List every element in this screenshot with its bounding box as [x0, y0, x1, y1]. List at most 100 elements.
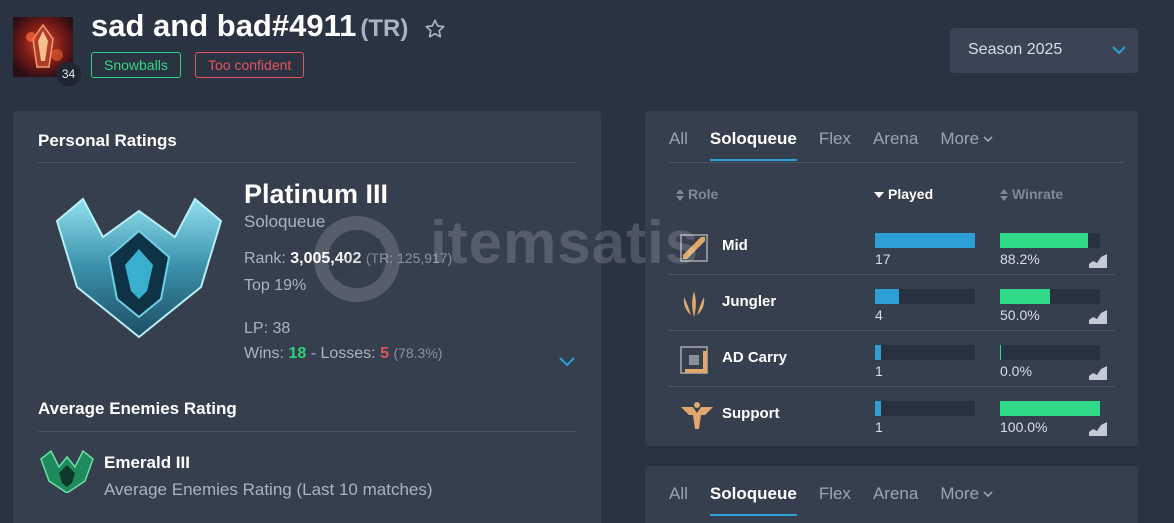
- summoner-name: sad and bad#4911 (TR): [91, 8, 408, 44]
- role-row-mid: Mid 17 88.2%: [667, 219, 1115, 275]
- winrate-bar: [1000, 401, 1100, 416]
- queue-label: Soloqueue: [244, 212, 326, 231]
- rank-region: (TR: 125,917): [365, 250, 453, 266]
- win-ratio: (78.3%): [393, 345, 443, 361]
- played-bar-fill: [875, 401, 881, 416]
- average-enemies-description: Average Enemies Rating (Last 10 matches): [104, 480, 433, 499]
- winrate-bar-fill: [1000, 289, 1050, 304]
- column-header-winrate-label: Winrate: [1012, 186, 1064, 202]
- divider: [38, 162, 576, 163]
- tab-more[interactable]: More: [940, 129, 993, 161]
- played-bar: [875, 233, 975, 248]
- winrate-bar: [1000, 289, 1100, 304]
- role-row-support: Support 1 100.0%: [667, 387, 1115, 443]
- winrate-bar-fill: [1000, 345, 1001, 360]
- tab-flex[interactable]: Flex: [819, 484, 851, 516]
- chevron-down-icon: [983, 136, 993, 143]
- played-count: 4: [875, 307, 883, 323]
- emerald-rank-emblem-icon: [40, 449, 94, 493]
- played-bar: [875, 345, 975, 360]
- role-name: AD Carry: [722, 349, 788, 366]
- mid-lane-icon: [679, 233, 709, 268]
- role-name: Support: [722, 405, 780, 422]
- role-row-ad-carry: AD Carry 1 0.0%: [667, 331, 1115, 387]
- winrate-value: 50.0%: [1000, 307, 1040, 323]
- played-bar: [875, 289, 975, 304]
- jungle-icon: [679, 289, 709, 324]
- tab-arena[interactable]: Arena: [873, 484, 918, 516]
- role-name: Mid: [722, 237, 748, 254]
- trend-chart-icon[interactable]: [1089, 366, 1107, 380]
- sort-icon: [1000, 189, 1008, 202]
- tab-soloqueue[interactable]: Soloqueue: [709, 129, 797, 161]
- queue-tabs: All Soloqueue Flex Arena More: [669, 129, 1015, 161]
- chevron-down-icon: [983, 491, 993, 498]
- played-bar-fill: [875, 233, 975, 248]
- tab-more-label: More: [940, 484, 980, 503]
- winrate-value: 100.0%: [1000, 419, 1048, 435]
- rank-label: Rank:: [244, 250, 286, 267]
- column-header-played[interactable]: Played: [874, 186, 933, 202]
- losses-label: Losses:: [320, 345, 376, 362]
- winrate-bar: [1000, 345, 1100, 360]
- platinum-rank-emblem-icon: [55, 197, 223, 339]
- tabs-divider: [669, 162, 1124, 163]
- top-percent: Top 19%: [244, 277, 307, 294]
- winrate-bar-fill: [1000, 401, 1100, 416]
- winrate-bar-fill: [1000, 233, 1089, 248]
- trend-chart-icon[interactable]: [1089, 254, 1107, 268]
- sort-descending-icon: [874, 192, 884, 199]
- played-count: 1: [875, 419, 883, 435]
- played-count: 1: [875, 363, 883, 379]
- support-icon: [679, 401, 715, 436]
- win-loss-line: Wins: 18 - Losses: 5 (78.3%): [244, 345, 442, 363]
- column-header-played-label: Played: [888, 186, 934, 202]
- season-dropdown[interactable]: Season 2025: [950, 28, 1138, 73]
- chevron-down-icon: [1112, 46, 1126, 55]
- bot-lane-icon: [679, 345, 709, 380]
- played-bar-fill: [875, 345, 881, 360]
- winrate-value: 0.0%: [1000, 363, 1032, 379]
- winrate-bar: [1000, 233, 1100, 248]
- current-tier: Platinum III: [244, 179, 389, 209]
- star-outline-icon[interactable]: [424, 18, 446, 40]
- average-enemies-tier: Emerald III: [104, 453, 190, 472]
- column-header-role-label: Role: [688, 186, 719, 202]
- played-count: 17: [875, 251, 891, 267]
- tab-all[interactable]: All: [669, 484, 688, 516]
- tag-snowballs: Snowballs: [91, 52, 181, 78]
- personal-ratings-panel: Personal Ratings Platinum III Soloqueue …: [13, 111, 601, 523]
- tab-all[interactable]: All: [669, 129, 688, 161]
- trend-chart-icon[interactable]: [1089, 310, 1107, 324]
- played-bar-fill: [875, 289, 899, 304]
- role-name: Jungler: [722, 293, 777, 310]
- average-enemies-title: Average Enemies Rating: [38, 399, 237, 418]
- wins-label: Wins:: [244, 345, 284, 362]
- season-dropdown-value: Season 2025: [968, 41, 1063, 58]
- separator: -: [310, 345, 317, 362]
- losses-value: 5: [380, 345, 389, 362]
- trend-chart-icon[interactable]: [1089, 422, 1107, 436]
- tab-soloqueue[interactable]: Soloqueue: [709, 484, 797, 516]
- rank-line: Rank: 3,005,402 (TR: 125,917): [244, 250, 452, 268]
- rank-value: 3,005,402: [290, 250, 362, 267]
- summoner-name-text: sad and bad#4911: [91, 8, 357, 43]
- tab-flex[interactable]: Flex: [819, 129, 851, 161]
- winrate-value: 88.2%: [1000, 251, 1040, 267]
- tag-too-confident: Too confident: [195, 52, 305, 78]
- column-header-winrate[interactable]: Winrate: [1000, 186, 1063, 202]
- secondary-stats-panel: All Soloqueue Flex Arena More: [645, 466, 1138, 523]
- tab-more[interactable]: More: [940, 484, 993, 516]
- role-stats-panel: All Soloqueue Flex Arena More Role Playe…: [645, 111, 1138, 446]
- lp-value: LP: 38: [244, 320, 291, 337]
- wins-value: 18: [288, 345, 307, 362]
- tab-arena[interactable]: Arena: [873, 129, 918, 161]
- tab-more-label: More: [940, 129, 980, 148]
- expand-chevron-down-icon[interactable]: [559, 357, 575, 367]
- queue-tabs-secondary: All Soloqueue Flex Arena More: [669, 484, 1015, 516]
- divider: [38, 431, 576, 432]
- column-header-role[interactable]: Role: [676, 186, 718, 202]
- played-bar: [875, 401, 975, 416]
- summoner-region: (TR): [360, 15, 409, 42]
- personal-ratings-title: Personal Ratings: [38, 131, 177, 150]
